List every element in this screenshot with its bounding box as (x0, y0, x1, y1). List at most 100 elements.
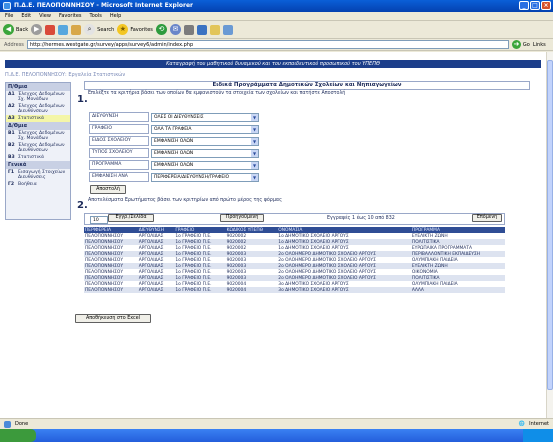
stop-icon[interactable] (45, 24, 56, 35)
favorites-label: Favorites (130, 26, 153, 33)
sidebar-item-g2[interactable]: Γ2 Βοήθεια (6, 181, 70, 188)
security-zone: Internet (529, 421, 549, 427)
export-excel-button[interactable]: Αποθήκευση στο Excel (75, 314, 151, 323)
taskbar (0, 429, 553, 442)
filter-value: ΕΜΦΑΝΙΣΗ ΟΛΩΝ (154, 138, 194, 144)
filter-label: ΕΙΔΟΣ ΣΧΟΛΕΙΟΥ (89, 136, 149, 146)
start-button[interactable] (0, 429, 36, 442)
history-icon[interactable]: ⟲ (155, 24, 167, 35)
menu-help[interactable]: Help (110, 13, 121, 20)
breadcrumb[interactable]: Π.Δ.Ε. ΠΕΛΟΠΟΝΝΗΣΟΥ: Εργαλεία Στατιστικώ… (5, 72, 125, 78)
sidebar-item-label: Έλεγχος Δεδομένων Σχ. Μονάδων (18, 131, 65, 141)
mail-icon[interactable]: ✉ (169, 24, 181, 35)
table-row: ΠΕΛΟΠΟΝΝΗΣΟΥ ΑΡΓΟΛΙΔΑΣ 1ο ΓΡΑΦΕΙΟ Π.Ε. 9020… (84, 281, 505, 287)
window-title: Π.Δ.Ε. ΠΕΛΟΠΟΝΝΗΣΟΥ - Microsoft Internet… (14, 2, 194, 9)
menu-view[interactable]: View (39, 13, 51, 20)
favorites-button[interactable]: ★ Favorites (117, 24, 153, 35)
address-input[interactable]: http://hermes.westgate.gr/survey/apps/su… (26, 40, 509, 49)
menu-file[interactable]: File (5, 13, 13, 20)
step-2-number: 2. (77, 200, 88, 211)
next-page-button[interactable]: Επόμενη (472, 214, 502, 222)
sidebar-item-a1[interactable]: Α1 Έλεγχος Δεδομένων Σχ. Μονάδων (6, 91, 70, 103)
forward-button[interactable]: ▶ (31, 24, 43, 35)
refresh-icon[interactable] (58, 24, 69, 35)
favorites-star-icon: ★ (117, 24, 129, 35)
menu-favorites[interactable]: Favorites (59, 13, 82, 20)
sidebar-item-a2[interactable]: Α2 Έλεγχος Δεδομένων Διευθύνσεων (6, 103, 70, 115)
page-title: Ειδικά Προγράμματα Δημοτικών Σχολείων κα… (84, 81, 530, 90)
filter-label: ΓΡΑΦΕΙΟ (89, 124, 149, 134)
filter-select[interactable]: ΕΜΦΑΝΙΣΗ ΟΛΩΝ ▼ (151, 160, 259, 170)
table-row: ΠΕΛΟΠΟΝΝΗΣΟΥ ΑΡΓΟΛΙΔΑΣ 1ο ΓΡΑΦΕΙΟ Π.Ε. 9020… (84, 233, 505, 239)
table-body: ΠΕΛΟΠΟΝΝΗΣΟΥ ΑΡΓΟΛΙΔΑΣ 1ο ΓΡΑΦΕΙΟ Π.Ε. 9020… (84, 233, 505, 293)
filter-select[interactable]: ΕΜΦΑΝΙΣΗ ΟΛΩΝ ▼ (151, 148, 259, 158)
status-text: Done (15, 421, 29, 427)
vertical-scrollbar[interactable] (546, 52, 553, 418)
edit-icon[interactable] (196, 24, 207, 35)
sidebar-item-code: Γ1 (8, 170, 15, 175)
scrollbar-thumb[interactable] (547, 60, 553, 390)
step-2-instructions: Αποτελέσματα Ερωτήματος βάσει των κριτηρ… (88, 198, 282, 203)
submit-button[interactable]: Αποστολή (90, 185, 126, 194)
messenger-icon[interactable] (222, 24, 233, 35)
menu-tools[interactable]: Tools (90, 13, 102, 20)
sidebar-item-b1[interactable]: Β1 Έλεγχος Δεδομένων Σχ. Μονάδων (6, 130, 70, 142)
filter-row-office: ΓΡΑΦΕΙΟ ΟΛΑ ΤΑ ΓΡΑΦΕΙΑ ▼ (89, 124, 289, 134)
records-per-page-button[interactable]: Εγγρ./Σελίδα (108, 214, 154, 222)
filter-select[interactable]: ΟΛΕΣ ΟΙ ΔΙΕΥΘΥΝΣΕΙΣ ▼ (151, 112, 259, 122)
sidebar-section-secondary: Δ/Θμια (6, 122, 70, 130)
home-icon[interactable] (71, 24, 82, 35)
sidebar-item-label: Εισαγωγή Στοιχείων Διευθύνσεις (18, 170, 66, 180)
go-button[interactable]: ➜ Go (511, 40, 530, 49)
folder-icon[interactable] (209, 24, 220, 35)
system-tray (523, 429, 553, 442)
table-cell: 1ο ΓΡΑΦΕΙΟ Π.Ε. (174, 287, 226, 293)
menu-edit[interactable]: Edit (21, 13, 31, 20)
sidebar-item-label: Στατιστικά (18, 155, 44, 160)
chevron-down-icon: ▼ (251, 125, 258, 133)
browser-toolbar: ◀ Back ▶ ⌕ Search ★ Favorites ⟲ ✉ (0, 21, 553, 39)
close-button[interactable]: × (541, 1, 551, 10)
table-cell: 9020004 (225, 287, 278, 293)
go-arrow-icon: ➜ (511, 40, 521, 49)
address-label: Address (4, 41, 24, 48)
sidebar-item-b2[interactable]: Β2 Έλεγχος Δεδομένων Διευθύνσεων (6, 142, 70, 154)
window-controls: _ □ × (519, 1, 551, 10)
sidebar-item-label: Στατιστικά (18, 116, 44, 121)
filter-label: ΤΥΠΟΣ ΣΧΟΛΕΙΟΥ (89, 148, 149, 158)
filter-select[interactable]: ΠΕΡΙΦΕΡΕΙΑ/ΔΙΕΥΘΥΝΣΗ/ΓΡΑΦΕΙΟ ▼ (151, 172, 259, 182)
page-size-select[interactable]: 10 (90, 215, 108, 224)
links-button[interactable]: Links (533, 42, 546, 48)
records-count: Εγγραφές 1 έως 10 από 832 (327, 216, 395, 221)
step-1-number: 1. (77, 94, 88, 105)
filter-row-school-kind: ΕΙΔΟΣ ΣΧΟΛΕΙΟΥ ΕΜΦΑΝΙΣΗ ΟΛΩΝ ▼ (89, 136, 289, 146)
sidebar-item-g1[interactable]: Γ1 Εισαγωγή Στοιχείων Διευθύνσεις (6, 169, 70, 181)
filter-select[interactable]: ΟΛΑ ΤΑ ΓΡΑΦΕΙΑ ▼ (151, 124, 259, 134)
sidebar-section-primary: Π/Θμια (6, 83, 70, 91)
step-1-instructions: Επιλέξτε τα κριτήρια βάσει των οποίων θα… (88, 91, 346, 96)
minimize-button[interactable]: _ (519, 1, 529, 10)
table-row: ΠΕΛΟΠΟΝΝΗΣΟΥ ΑΡΓΟΛΙΔΑΣ 1ο ΓΡΑΦΕΙΟ Π.Ε. 9020… (84, 257, 505, 263)
print-icon[interactable] (183, 24, 194, 35)
maximize-button[interactable]: □ (530, 1, 540, 10)
sidebar-item-a3[interactable]: Α3 Στατιστικά (6, 115, 70, 122)
filter-value: ΟΛΕΣ ΟΙ ΔΙΕΥΘΥΝΣΕΙΣ (154, 114, 204, 120)
search-icon: ⌕ (84, 24, 96, 35)
back-button[interactable]: ◀ Back (3, 24, 28, 35)
sidebar-item-code: Β2 (8, 143, 15, 148)
ie-logo-icon (3, 2, 11, 10)
filter-label: ΔΙΕΥΘΥΝΣΗ (89, 112, 149, 122)
filter-select[interactable]: ΕΜΦΑΝΙΣΗ ΟΛΩΝ ▼ (151, 136, 259, 146)
chevron-down-icon: ▼ (251, 113, 258, 121)
back-label: Back (16, 26, 29, 33)
filter-row-program: ΠΡΟΓΡΑΜΜΑ ΕΜΦΑΝΙΣΗ ΟΛΩΝ ▼ (89, 160, 289, 170)
filter-label: ΠΡΟΓΡΑΜΜΑ (89, 160, 149, 170)
address-bar: Address http://hermes.westgate.gr/survey… (0, 39, 553, 51)
previous-page-button[interactable]: Προηγούμενη (220, 214, 264, 222)
forward-arrow-icon: ▶ (31, 24, 43, 35)
sidebar: Π/Θμια Α1 Έλεγχος Δεδομένων Σχ. Μονάδων Α… (5, 82, 71, 220)
filter-row-display-by: ΕΜΦΑΝΙΣΗ ΑΝΑ ΠΕΡΙΦΕΡΕΙΑ/ΔΙΕΥΘΥΝΣΗ/ΓΡΑΦΕΙ… (89, 172, 289, 182)
search-button[interactable]: ⌕ Search (84, 24, 114, 35)
sidebar-item-label: Έλεγχος Δεδομένων Σχ. Μονάδων (18, 92, 65, 102)
sidebar-item-b3[interactable]: Β3 Στατιστικά (6, 154, 70, 161)
